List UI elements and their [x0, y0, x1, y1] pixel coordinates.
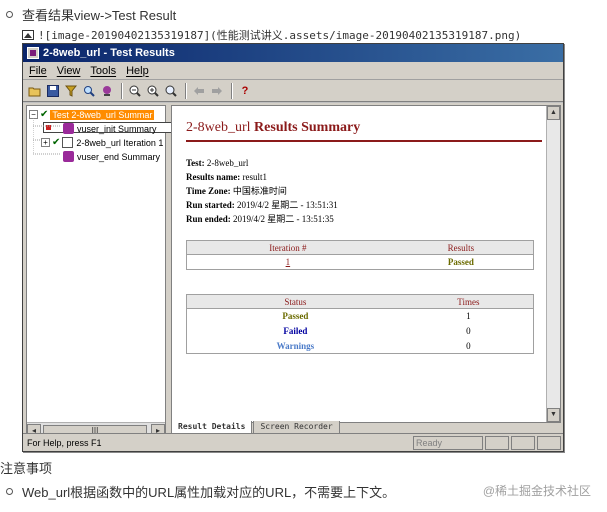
open-icon[interactable] — [27, 83, 43, 99]
status-cell — [485, 435, 509, 450]
save-icon[interactable] — [45, 83, 61, 99]
doc-bullet-line: 查看结果view->Test Result — [6, 5, 176, 23]
statusbar: For Help, press F1 Ready — [23, 433, 563, 451]
menu-file[interactable]: File — [29, 65, 47, 77]
status-cell — [537, 435, 561, 450]
back-icon[interactable] — [191, 83, 207, 99]
report-title-suffix: Results Summary — [254, 120, 361, 135]
status-passed: Passed — [282, 311, 309, 322]
test-value: 2-8web_url — [206, 158, 249, 168]
doc-bullet-line: Web_url根据函数中的URL属性加载对应的URL，不需要上下文。 — [6, 482, 395, 500]
report-title-test: 2-8web_url — [186, 120, 251, 135]
help-icon[interactable]: ? — [237, 83, 253, 99]
status-header: Status — [186, 294, 404, 309]
doc-heading-notes: 注意事项 — [0, 460, 53, 476]
tree-item-label[interactable]: 2-8web_url Iteration 1 — [76, 138, 163, 148]
toolbar-separator — [231, 82, 233, 99]
menu-help[interactable]: Help — [126, 65, 149, 77]
app-icon — [27, 47, 39, 59]
zoom-fit-icon[interactable] — [163, 83, 179, 99]
doc-line-web-url-note: Web_url根据函数中的URL属性加载对应的URL，不需要上下文。 — [22, 484, 396, 500]
forward-icon[interactable] — [209, 83, 225, 99]
iteration-table: Iteration # Results 1 Passed — [186, 240, 534, 270]
bullet-icon — [6, 10, 13, 18]
scroll-up-icon[interactable]: ▲ — [547, 106, 560, 120]
report-vertical-scrollbar[interactable]: ▲ ▼ — [546, 106, 560, 422]
run-ended-label: Run ended: — [186, 214, 231, 224]
zoom-in-icon[interactable] — [145, 83, 161, 99]
tree-item-vuser-init[interactable]: vuser_init Summary — [63, 122, 157, 135]
search-icon[interactable] — [81, 83, 97, 99]
results-header: Results — [388, 240, 534, 255]
iteration-header: Iteration # — [186, 240, 389, 255]
results-tree: − ✔ Test 2-8web_url Summar vuser_init Su… — [27, 106, 399, 422]
table-row: Failed 0 — [187, 324, 534, 339]
tree-item-label[interactable]: Test 2-8web_url Summar — [50, 109, 155, 120]
status-help-text: For Help, press F1 — [27, 437, 102, 448]
image-icon — [22, 30, 34, 40]
timezone-value: 中国标准时间 — [232, 186, 287, 196]
menu-view[interactable]: View — [57, 65, 81, 77]
menu-tools[interactable]: Tools — [90, 65, 116, 77]
zoom-out-icon[interactable] — [127, 83, 143, 99]
run-started-value: 2019/4/2 星期二 - 13:51:31 — [237, 200, 338, 210]
scroll-down-icon[interactable]: ▼ — [547, 408, 560, 422]
run-ended-value: 2019/4/2 星期二 - 13:51:35 — [233, 214, 334, 224]
status-warnings: Warnings — [276, 340, 315, 351]
tree-item-vuser-end[interactable]: vuser_end Summary — [63, 150, 160, 163]
window-titlebar[interactable]: 2-8web_url - Test Results — [23, 44, 563, 62]
main-content: − ✔ Test 2-8web_url Summar vuser_init Su… — [23, 103, 563, 439]
times-warnings: 0 — [466, 340, 471, 351]
test-results-window: 2-8web_url - Test Results File View Tool… — [22, 43, 564, 452]
report-title: 2-8web_url Results Summary — [186, 120, 542, 142]
watermark: @稀土掘金技术社区 — [482, 483, 591, 498]
table-row: Warnings 0 — [187, 339, 534, 354]
doc-line-view-result: 查看结果view->Test Result — [22, 7, 177, 23]
report-panel: 2-8web_url Results Summary Test: 2-8web_… — [171, 105, 561, 423]
status-cell — [511, 435, 535, 450]
window-title: 2-8web_url - Test Results — [43, 47, 175, 59]
times-header: Times — [403, 294, 534, 309]
doc-image-markdown: ![image-20190402135319187](性能测试讲义.assets… — [22, 27, 521, 43]
bullet-icon — [6, 487, 13, 495]
tree-item-label[interactable]: vuser_end Summary — [77, 152, 160, 162]
table-row: 1 Passed — [187, 255, 534, 270]
results-summary-report: 2-8web_url Results Summary Test: 2-8web_… — [186, 120, 542, 354]
iteration-link[interactable]: 1 — [286, 257, 291, 267]
filter-icon[interactable] — [63, 83, 79, 99]
tree-lines — [33, 118, 61, 155]
report-meta: Test: 2-8web_url Results name: result1 T… — [186, 156, 542, 226]
test-label: Test: — [186, 158, 205, 168]
results-name-value: result1 — [242, 172, 268, 182]
table-header-row: Iteration # Results — [186, 240, 534, 255]
table-row: Passed 1 — [187, 309, 534, 324]
iteration-result: Passed — [447, 257, 474, 267]
toolbar-separator — [185, 82, 187, 99]
table-header-row: Status Times — [186, 294, 534, 309]
times-failed: 0 — [466, 326, 471, 336]
toolbar-separator — [121, 82, 123, 99]
status-failed: Failed — [283, 326, 308, 336]
results-name-label: Results name: — [186, 172, 241, 182]
find-icon[interactable] — [99, 83, 115, 99]
status-table: Status Times Passed 1 Failed 0 Warnings … — [186, 294, 534, 354]
times-passed: 1 — [466, 311, 471, 322]
timezone-label: Time Zone: — [186, 186, 231, 196]
tree-item-label[interactable]: vuser_init Summary — [77, 124, 157, 134]
image-markdown-text: ![image-20190402135319187](性能测试讲义.assets… — [38, 29, 522, 42]
status-ready: Ready — [413, 435, 483, 450]
results-tree-panel: − ✔ Test 2-8web_url Summar vuser_init Su… — [26, 105, 399, 439]
toolbar: ? — [23, 80, 563, 102]
run-started-label: Run started: — [186, 200, 235, 210]
menubar: File View Tools Help — [23, 62, 563, 80]
